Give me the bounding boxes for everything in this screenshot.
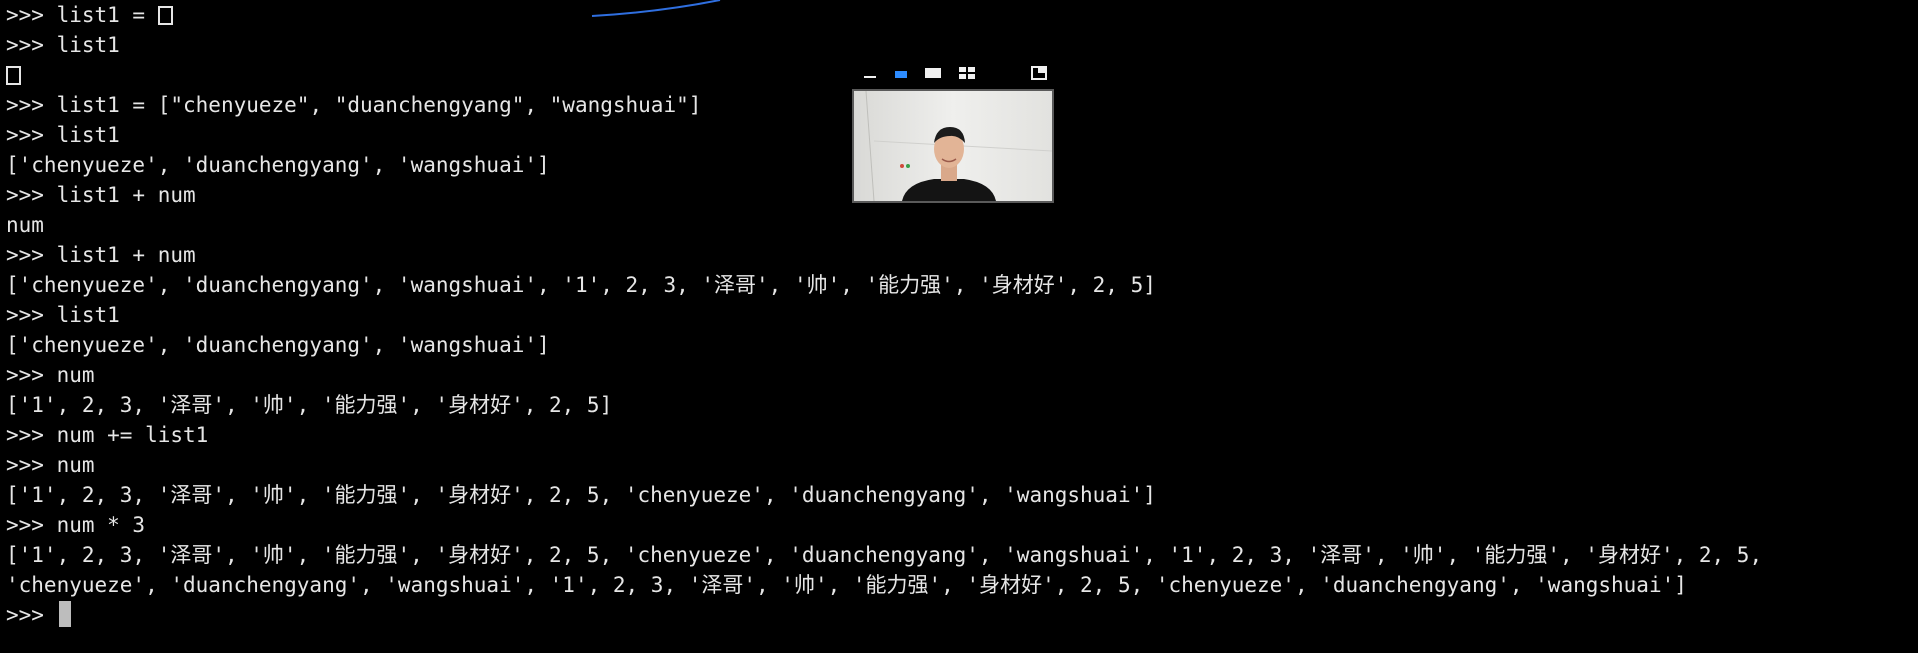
prompt: >>> bbox=[6, 603, 57, 627]
minimize-icon[interactable] bbox=[864, 66, 876, 80]
prompt: >>> bbox=[6, 453, 57, 477]
line-text: list1 = bbox=[57, 3, 173, 27]
output-line: ['chenyueze', 'duanchengyang', 'wangshua… bbox=[6, 270, 1918, 300]
output-line: 'chenyueze', 'duanchengyang', 'wangshuai… bbox=[6, 570, 1918, 600]
prompt: >>> bbox=[6, 3, 57, 27]
output-line: num bbox=[6, 210, 1918, 240]
speaker-view-icon[interactable] bbox=[895, 66, 907, 80]
input-line: >>> list1 + num bbox=[6, 240, 1918, 270]
input-line: >>> num bbox=[6, 360, 1918, 390]
output-line: ['chenyueze', 'duanchengyang', 'wangshua… bbox=[6, 330, 1918, 360]
input-line: >>> num += list1 bbox=[6, 420, 1918, 450]
exit-pip-icon[interactable] bbox=[1031, 66, 1047, 80]
line-text: num bbox=[56, 453, 95, 477]
line-text: ['1', 2, 3, '泽哥', '帅', '能力强', '身材好', 2, … bbox=[6, 483, 1156, 507]
input-line: >>> list1 bbox=[6, 300, 1918, 330]
output-line: ['1', 2, 3, '泽哥', '帅', '能力强', '身材好', 2, … bbox=[6, 480, 1918, 510]
prompt: >>> bbox=[6, 33, 57, 57]
video-feed bbox=[854, 91, 1052, 201]
line-text: list1 + num bbox=[56, 243, 196, 267]
line-text: list1 bbox=[56, 303, 120, 327]
line-text: ['1', 2, 3, '泽哥', '帅', '能力强', '身材好', 2, … bbox=[6, 393, 613, 417]
line-text: list1 = ["chenyueze", "duanchengyang", "… bbox=[56, 93, 702, 117]
line-text: ['1', 2, 3, '泽哥', '帅', '能力强', '身材好', 2, … bbox=[6, 543, 1763, 567]
line-text: num bbox=[56, 363, 95, 387]
line-text: num bbox=[6, 213, 44, 237]
empty-list-glyph bbox=[157, 6, 173, 25]
output-line: ['1', 2, 3, '泽哥', '帅', '能力强', '身材好', 2, … bbox=[6, 390, 1918, 420]
input-line: >>> num * 3 bbox=[6, 510, 1918, 540]
prompt: >>> bbox=[6, 303, 57, 327]
prompt: >>> bbox=[6, 363, 57, 387]
input-line: >>> list1 bbox=[6, 30, 1918, 60]
prompt: >>> bbox=[6, 423, 57, 447]
line-text: list1 bbox=[56, 123, 120, 147]
prompt: >>> bbox=[6, 183, 57, 207]
gallery-view-icon[interactable] bbox=[959, 66, 975, 80]
fullscreen-icon[interactable] bbox=[925, 66, 941, 80]
output-line: ['1', 2, 3, '泽哥', '帅', '能力强', '身材好', 2, … bbox=[6, 540, 1918, 570]
line-text: ['chenyueze', 'duanchengyang', 'wangshua… bbox=[6, 153, 550, 177]
line-text: ['chenyueze', 'duanchengyang', 'wangshua… bbox=[6, 273, 1156, 297]
input-line: >>> list1 = bbox=[6, 0, 1918, 30]
line-text: 'chenyueze', 'duanchengyang', 'wangshuai… bbox=[6, 573, 1687, 597]
text-cursor[interactable] bbox=[58, 601, 71, 627]
line-text: ['chenyueze', 'duanchengyang', 'wangshua… bbox=[6, 333, 550, 357]
input-line: >>> num bbox=[6, 450, 1918, 480]
prompt: >>> bbox=[6, 123, 57, 147]
prompt: >>> bbox=[6, 93, 57, 117]
line-text: num * 3 bbox=[56, 513, 146, 537]
line-text: num += list1 bbox=[56, 423, 209, 447]
prompt: >>> bbox=[6, 243, 57, 267]
line-text bbox=[6, 63, 21, 87]
empty-list-glyph bbox=[6, 66, 21, 85]
prompt: >>> bbox=[6, 513, 57, 537]
line-text: list1 bbox=[56, 33, 120, 57]
line-text: list1 + num bbox=[56, 183, 196, 207]
video-toolbar bbox=[853, 62, 1055, 84]
video-thumbnail[interactable] bbox=[852, 89, 1054, 203]
active-prompt-line: >>> bbox=[6, 600, 1918, 630]
